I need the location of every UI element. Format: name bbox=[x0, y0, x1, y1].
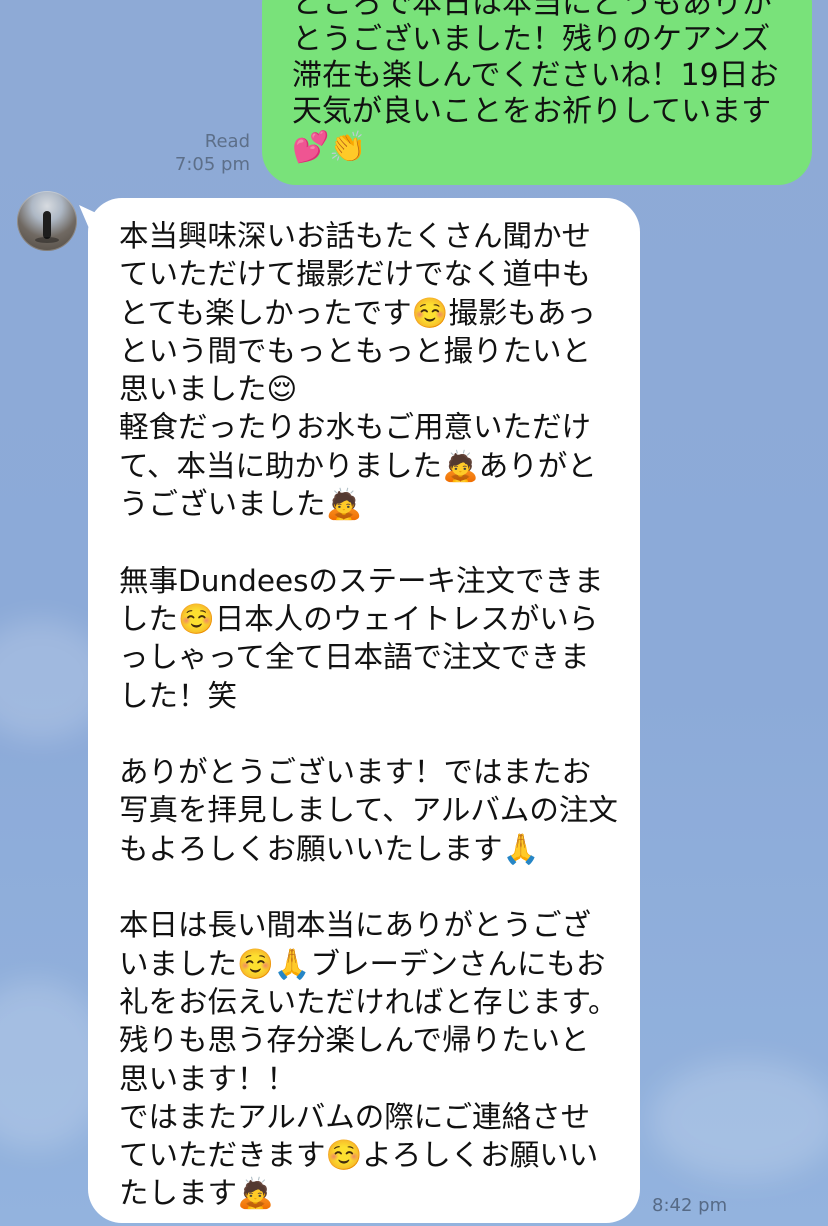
sent-message-time: 7:05 pm bbox=[174, 154, 250, 175]
read-receipt: Read bbox=[204, 131, 250, 152]
sent-message-bubble[interactable]: ところで本日は本当にどうもありがとうございました！残りのケアンズ滞在も楽しんでく… bbox=[262, 0, 812, 185]
sent-message-meta: Read 7:05 pm bbox=[160, 130, 250, 176]
received-message-time: 8:42 pm bbox=[652, 1195, 728, 1216]
background-cloud bbox=[650, 1060, 828, 1180]
contact-avatar[interactable] bbox=[17, 191, 77, 251]
sent-message-text: ところで本日は本当にどうもありがとうございました！残りのケアンズ滞在も楽しんでく… bbox=[292, 0, 779, 165]
received-message-text: 本当興味深いお話もたくさん聞かせていただけて撮影だけでなく道中もとても楽しかった… bbox=[119, 219, 618, 1211]
